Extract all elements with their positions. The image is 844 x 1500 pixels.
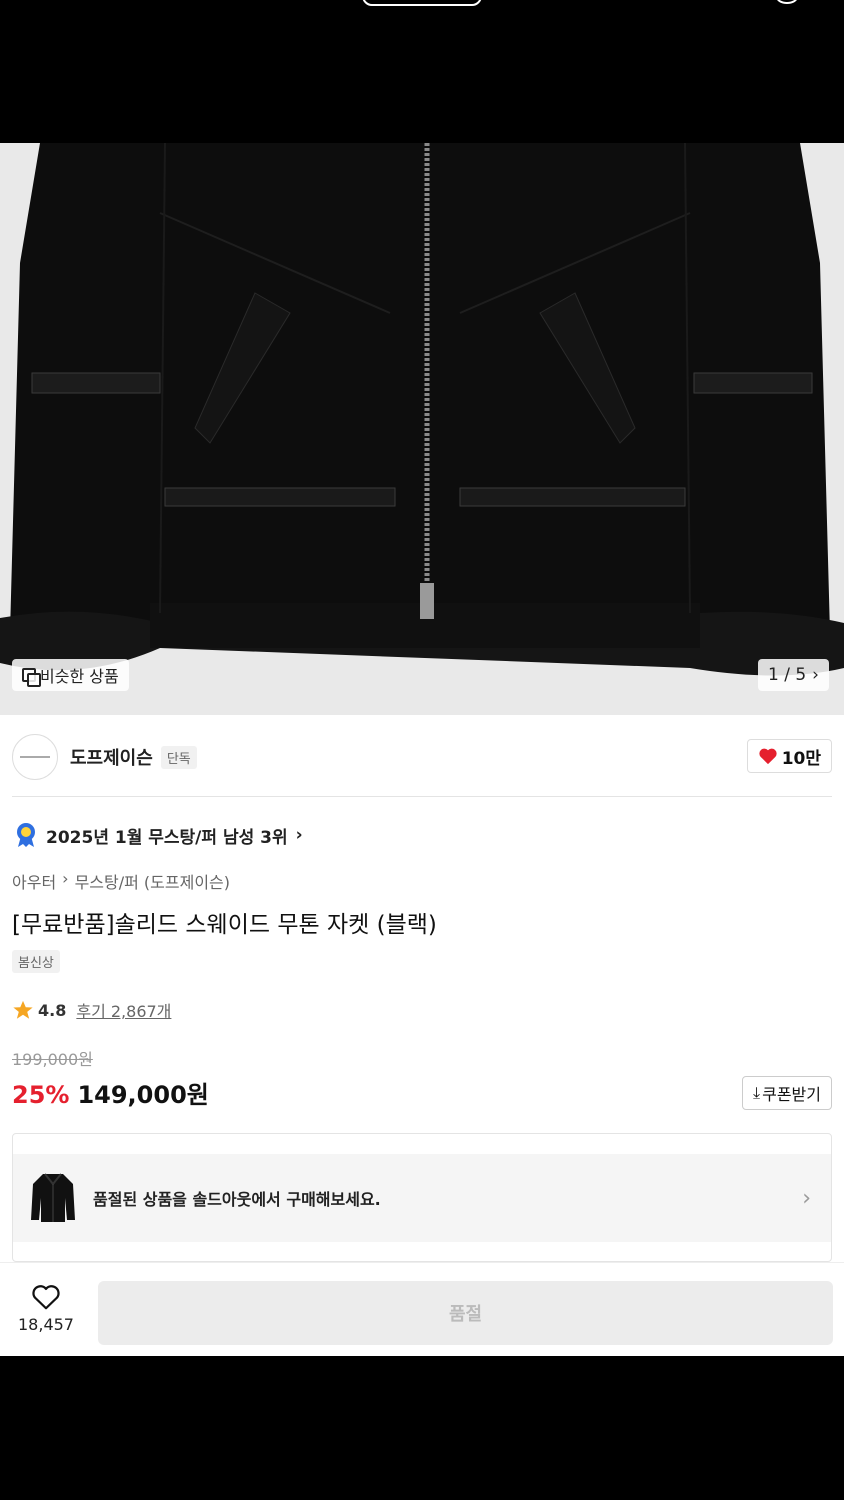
download-icon: ⤓ <box>753 1083 761 1102</box>
soldout-text: 품절된 상품을 솔드아웃에서 구매해보세요. <box>93 1190 381 1209</box>
brand-row[interactable]: 도프제이슨 단독 10만 <box>12 733 832 781</box>
breadcrumb-level1[interactable]: 아우터 <box>12 869 56 893</box>
soldout-buy-button[interactable]: 품절 <box>98 1281 833 1345</box>
brand-name[interactable]: 도프제이슨 <box>70 744 153 770</box>
rating-score: 4.8 <box>38 1000 67 1020</box>
brand-like-button[interactable]: 10만 <box>746 739 832 773</box>
product-image-gallery[interactable] <box>0 143 844 715</box>
wishlist-button[interactable]: 18,457 <box>14 1283 78 1334</box>
status-area <box>0 0 844 143</box>
season-badge: 봄신상 <box>12 950 60 973</box>
review-link[interactable]: 후기 2,867개 <box>76 998 171 1022</box>
chevron-right-icon: › <box>62 869 69 888</box>
ranking-text: 2025년 1월 무스탕/퍼 남성 3위 <box>46 827 288 848</box>
coupon-button[interactable]: ⤓ 쿠폰받기 <box>742 1076 832 1110</box>
brand-like-count: 10만 <box>781 748 821 769</box>
coupon-label: 쿠폰받기 <box>762 1085 821 1104</box>
exclusive-badge: 단독 <box>160 745 197 769</box>
image-pager[interactable]: 1 / 5 › <box>758 659 829 691</box>
dynamic-island <box>362 0 482 6</box>
wishlist-count: 18,457 <box>18 1315 74 1334</box>
rating-row: 4.8 후기 2,867개 <box>12 998 171 1022</box>
original-price: 199,000원 <box>12 1050 93 1069</box>
divider <box>12 796 832 797</box>
jacket-image <box>0 143 844 715</box>
price-row: 25% 149,000원 <box>12 1075 209 1110</box>
chevron-right-icon: › <box>802 1185 811 1211</box>
bottom-action-bar: 18,457 품절 <box>0 1262 844 1356</box>
discount-rate: 25% <box>12 1081 70 1109</box>
status-icon <box>776 0 798 4</box>
chevron-right-icon: › <box>295 825 303 845</box>
copy-icon <box>22 668 41 687</box>
star-icon <box>13 1000 33 1019</box>
sale-price: 149,000원 <box>77 1081 209 1109</box>
ranking-badge-icon <box>17 823 35 847</box>
bottom-blank-area <box>0 1356 844 1500</box>
breadcrumb-level2[interactable]: 무스탕/퍼 (도프제이슨) <box>75 869 230 893</box>
heart-filled-icon <box>759 748 777 765</box>
similar-products-button[interactable]: 비슷한 상품 <box>12 659 129 691</box>
soldout-link[interactable]: 품절된 상품을 솔드아웃에서 구매해보세요. › <box>13 1154 831 1242</box>
heart-outline-icon <box>32 1285 60 1310</box>
similar-products-label: 비슷한 상품 <box>40 667 119 686</box>
breadcrumb: 아우터 › 무스탕/퍼 (도프제이슨) <box>12 869 230 893</box>
product-title: [무료반품]솔리드 스웨이드 무톤 자켓 (블랙) <box>12 912 437 938</box>
ranking-link[interactable]: 2025년 1월 무스탕/퍼 남성 3위 › <box>14 822 303 848</box>
brand-logo[interactable] <box>12 734 58 780</box>
pager-text: 1 / 5 <box>768 665 807 685</box>
jacket-thumbnail <box>29 1170 77 1226</box>
product-info: 도프제이슨 단독 10만 2025년 1월 무스탕/퍼 남성 3위 › 아우터 … <box>0 715 844 1262</box>
chevron-right-icon: › <box>812 665 819 685</box>
soldout-banner[interactable]: 품절된 상품을 솔드아웃에서 구매해보세요. › <box>12 1133 832 1262</box>
